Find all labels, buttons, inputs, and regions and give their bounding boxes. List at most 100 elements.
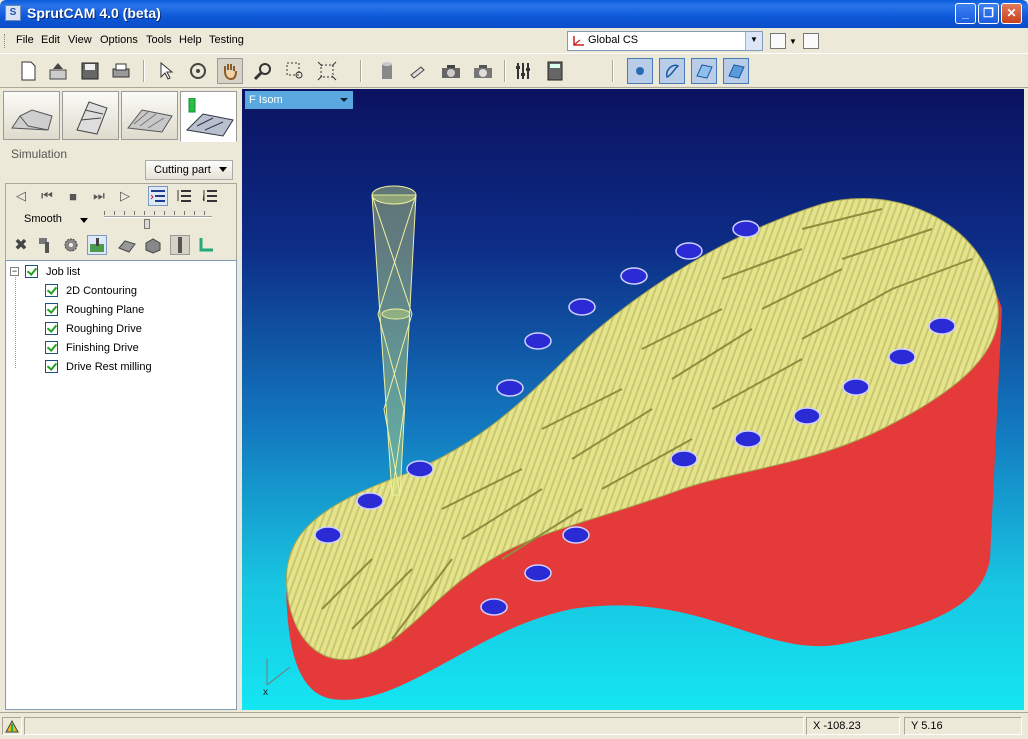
toolbar-separator [612,60,614,82]
menu-grip [4,34,7,48]
window-title: SprutCAM 4.0 (beta) [27,5,161,21]
edit-cs-icon[interactable] [803,33,819,49]
sliders-icon[interactable] [510,58,536,84]
tree-item-label: Drive Rest milling [66,360,152,373]
chevron-down-icon [340,98,348,102]
zoom-window-icon[interactable] [282,58,308,84]
menu-options[interactable]: Options [100,34,138,46]
axis-x-label: x [263,687,268,698]
save-icon[interactable] [77,58,103,84]
new-file-icon[interactable] [15,58,41,84]
tree-item-label: Roughing Drive [66,322,142,335]
tree-item-label: Finishing Drive [66,341,139,354]
checkbox-checked[interactable] [45,322,58,335]
job-tree: − Job list 2D Contouring Roughing Plane … [5,260,237,710]
checkbox-checked[interactable] [25,265,38,278]
camera-icon[interactable] [438,58,464,84]
menu-view[interactable]: View [68,34,92,46]
tree-root[interactable]: − Job list [10,262,80,281]
tree-connector [15,275,16,368]
list-mode-icon[interactable] [148,186,168,206]
menu-file[interactable]: File [16,34,34,46]
tree-item-roughing-drive[interactable]: Roughing Drive [45,319,142,338]
tree-item-label: Roughing Plane [66,303,145,316]
stop-icon[interactable]: ■ [63,186,83,206]
view-selector[interactable]: F Isom [245,91,353,109]
open-file-icon[interactable] [45,58,71,84]
axis-indicator [266,659,291,686]
surface-view-icon[interactable] [691,58,717,84]
go-start-icon[interactable]: ⏮ [37,186,57,206]
point-view-icon[interactable] [627,58,653,84]
checkbox-checked[interactable] [45,284,58,297]
cutter-icon[interactable] [170,235,190,255]
cylinder-icon[interactable] [374,58,400,84]
chevron-down-icon[interactable] [80,218,88,223]
coordinate-system-select[interactable]: Global CS ▼ [567,31,763,51]
toolbar-separator [504,60,506,82]
calculator-icon[interactable] [542,58,568,84]
toolbar-separator [143,60,145,82]
model-icon [11,109,53,131]
pointer-icon[interactable] [153,58,179,84]
menu-tools[interactable]: Tools [146,34,172,46]
holder-icon[interactable] [117,235,137,255]
machining-tab[interactable] [62,91,119,140]
rotate-icon[interactable] [185,58,211,84]
play-icon[interactable]: ▷ [115,186,135,206]
close-button[interactable]: ✕ [1001,3,1022,24]
minimize-button[interactable]: _ [955,3,976,24]
zoom-icon[interactable] [250,58,276,84]
section-label: Simulation [11,147,68,161]
new-cs-icon[interactable] [770,33,786,49]
tool-icon[interactable] [36,235,56,255]
dropdown-arrow-icon[interactable]: ▼ [789,37,797,46]
collapse-icon[interactable]: − [10,267,19,276]
speed-mode-label[interactable]: Smooth [24,213,62,225]
speed-slider-ticks [104,211,212,215]
fit-all-icon[interactable] [314,58,340,84]
tree-root-label: Job list [46,265,81,278]
view-name: F Isom [249,94,283,106]
wireframe-view-icon[interactable] [659,58,685,84]
menu-testing[interactable]: Testing [209,34,244,46]
menu-help[interactable]: Help [179,34,202,46]
cutting-part-select[interactable]: Cutting part [145,160,233,180]
toolbar-separator [360,60,362,82]
go-end-icon[interactable]: ⏭ [89,186,109,206]
tree-item-drive-rest-milling[interactable]: Drive Rest milling [45,357,152,376]
3d-viewport[interactable]: x F Isom [242,89,1024,710]
status-y-coordinate: Y 5.16 [904,717,1022,735]
delete-icon[interactable]: ✖ [11,235,31,255]
list-step-icon[interactable] [174,186,194,206]
print-icon[interactable] [108,58,134,84]
status-bar: X -108.23 Y 5.16 [0,712,1028,739]
flashlight-icon[interactable] [406,58,432,84]
toolpath-tab[interactable] [121,91,178,140]
chevron-down-icon[interactable]: ▼ [745,32,762,50]
list-end-icon[interactable] [200,186,220,206]
checkbox-checked[interactable] [45,303,58,316]
tree-item-roughing-plane[interactable]: Roughing Plane [45,300,144,319]
checkbox-checked[interactable] [45,341,58,354]
shaded-view-icon[interactable] [723,58,749,84]
green-tool-icon[interactable] [196,235,216,255]
pan-hand-icon[interactable] [217,58,243,84]
step-back-icon[interactable]: ◁ [11,186,31,206]
cut-material-icon[interactable] [87,235,107,255]
restore-button[interactable]: ❐ [978,3,999,24]
left-panel: Simulation Cutting part ◁ ⏮ ■ ⏭ ▷ Smooth… [0,89,240,710]
tree-item-2d-contouring[interactable]: 2D Contouring [45,281,137,300]
gear-icon[interactable] [61,235,81,255]
checkbox-checked[interactable] [45,360,58,373]
simulation-tab[interactable] [180,91,237,142]
stock-icon[interactable] [143,235,163,255]
camera-settings-icon[interactable] [470,58,496,84]
title-bar: S SprutCAM 4.0 (beta) _ ❐ ✕ [0,0,1028,28]
toolpath-icon [127,109,173,133]
speed-slider[interactable] [104,216,212,218]
model-tab[interactable] [3,91,60,140]
tree-item-finishing-drive[interactable]: Finishing Drive [45,338,139,357]
menu-edit[interactable]: Edit [41,34,60,46]
speed-slider-thumb[interactable] [144,219,151,229]
